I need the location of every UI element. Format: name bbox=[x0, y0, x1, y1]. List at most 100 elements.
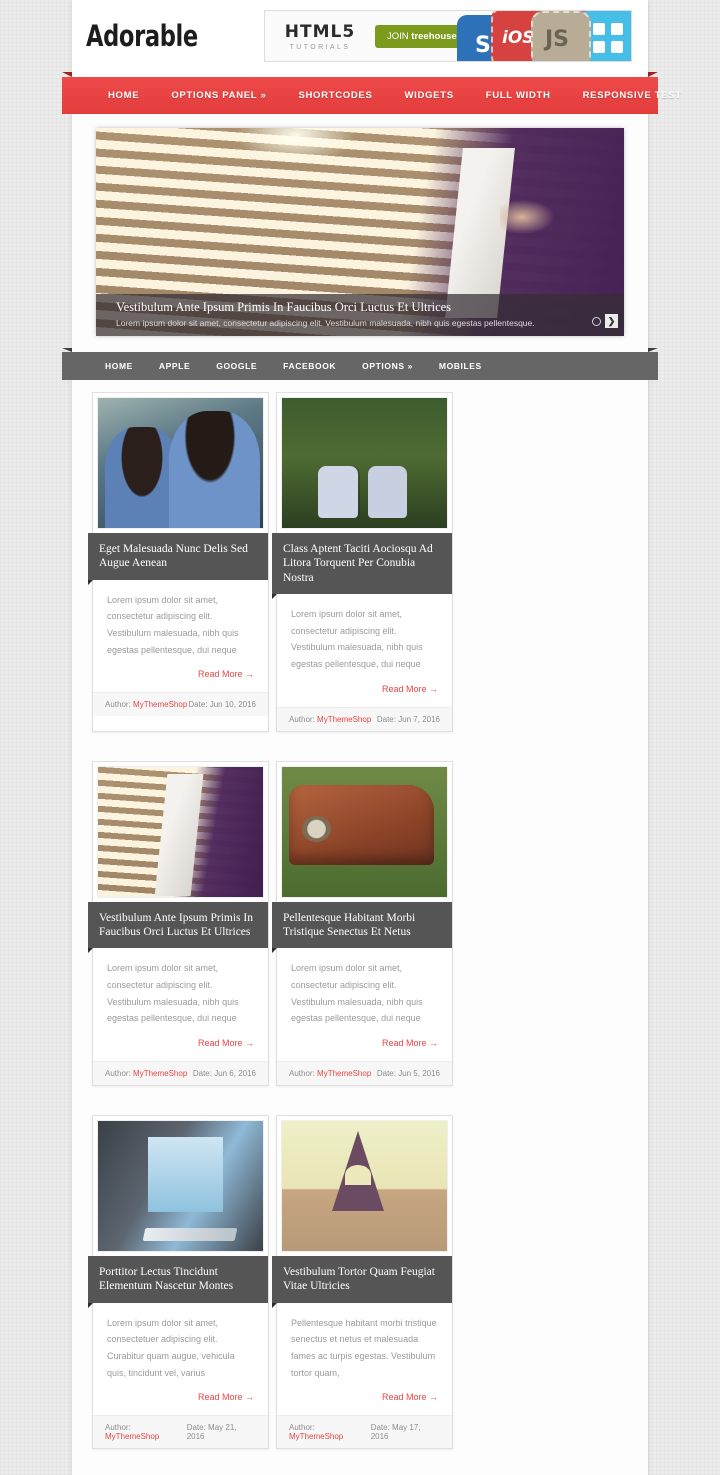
nav-item-full-width[interactable]: FULL WIDTH bbox=[470, 90, 567, 101]
post-date: Date: Jun 6, 2016 bbox=[192, 1069, 256, 1078]
subnav-item-mobiles[interactable]: MOBILES bbox=[426, 361, 495, 371]
read-more-link[interactable]: Read More → bbox=[382, 684, 438, 694]
post-title-fold bbox=[88, 1302, 93, 1308]
post-title[interactable]: Class Aptent Taciti Aociosqu Ad Litora T… bbox=[283, 543, 433, 584]
post-card[interactable]: Vestibulum Ante Ipsum Primis In Faucibus… bbox=[88, 760, 269, 1086]
slider-description: Lorem ipsum dolor sit amet, consectetur … bbox=[116, 318, 535, 328]
page-root: Adorable HTML5 TUTORIALS JOIN treehouse … bbox=[0, 0, 720, 1475]
ad-badge-js-label: JS bbox=[545, 27, 570, 52]
post-card[interactable]: Class Aptent Taciti Aociosqu Ad Litora T… bbox=[272, 392, 453, 732]
post-title-bar: Vestibulum Ante Ipsum Primis In Faucibus… bbox=[88, 901, 268, 954]
post-title-bar: Porttitor Lectus Tincidunt Elementum Nas… bbox=[88, 1256, 268, 1308]
post-readmore-wrap: Read More → bbox=[277, 679, 452, 707]
featured-slider[interactable]: Vestibulum Ante Ipsum Primis In Faucibus… bbox=[96, 128, 624, 336]
post-thumbnail-image bbox=[98, 766, 263, 897]
post-title-fold bbox=[272, 594, 277, 600]
slider-light-glow bbox=[236, 128, 356, 164]
ad-tutorials-text: TUTORIALS bbox=[289, 43, 351, 51]
nav-item-widgets[interactable]: WIDGETS bbox=[389, 90, 470, 101]
post-title[interactable]: Eget Malesuada Nunc Delis Sed Augue Aene… bbox=[99, 543, 248, 569]
slider-hand-shape bbox=[500, 200, 554, 234]
subnav-item-home[interactable]: HOME bbox=[92, 361, 146, 371]
post-title-fold bbox=[272, 948, 277, 954]
read-more-link[interactable]: Read More → bbox=[382, 1392, 438, 1402]
post-thumbnail[interactable] bbox=[281, 1120, 448, 1252]
post-author-name[interactable]: MyThemeShop bbox=[317, 715, 371, 724]
subnav-item-apple[interactable]: APPLE bbox=[146, 361, 203, 371]
post-author-name[interactable]: MyThemeShop bbox=[133, 700, 187, 709]
site-container: Adorable HTML5 TUTORIALS JOIN treehouse … bbox=[62, 0, 681, 1475]
post-author-name[interactable]: MyThemeShop bbox=[133, 1069, 187, 1078]
post-title-bar: Class Aptent Taciti Aociosqu Ad Litora T… bbox=[272, 533, 452, 600]
read-more-link[interactable]: Read More → bbox=[382, 1038, 438, 1048]
post-excerpt: Lorem ipsum dolor sit amet, consectetur … bbox=[291, 963, 423, 1024]
post-date: Date: May 17, 2016 bbox=[370, 1423, 421, 1442]
post-title-fold bbox=[88, 948, 93, 954]
post-title-bar: Pellentesque Habitant Morbi Tristique Se… bbox=[272, 901, 452, 954]
post-author-label: Author: bbox=[105, 700, 131, 710]
post-thumbnail[interactable] bbox=[97, 397, 264, 529]
post-author-name[interactable]: MyThemeShop bbox=[105, 1432, 159, 1441]
post-author-name[interactable]: MyThemeShop bbox=[289, 1432, 343, 1441]
post-title[interactable]: Vestibulum Ante Ipsum Primis In Faucibus… bbox=[99, 912, 253, 938]
slider-dot-indicator[interactable] bbox=[592, 316, 601, 326]
post-readmore-wrap: Read More → bbox=[93, 1033, 268, 1061]
post-author-wrap: Author: MyThemeShop bbox=[105, 1069, 187, 1078]
post-thumbnail[interactable] bbox=[97, 765, 264, 898]
nav-item-home[interactable]: HOME bbox=[92, 90, 155, 101]
post-title[interactable]: Porttitor Lectus Tincidunt Elementum Nas… bbox=[99, 1266, 233, 1292]
post-author-label: Author: bbox=[289, 1069, 315, 1078]
post-title-fold bbox=[88, 579, 93, 585]
nav-item-shortcodes[interactable]: SHORTCODES bbox=[282, 90, 388, 101]
post-card[interactable]: Pellentesque Habitant Morbi Tristique Se… bbox=[272, 760, 453, 1086]
posts-grid: Eget Malesuada Nunc Delis Sed Augue Aene… bbox=[72, 388, 648, 1475]
post-thumbnail[interactable] bbox=[281, 765, 448, 898]
post-thumbnail-image bbox=[282, 1121, 447, 1251]
post-author-label: Author: bbox=[289, 714, 315, 724]
main-navigation: HOME OPTIONS PANEL » SHORTCODES WIDGETS … bbox=[62, 72, 681, 114]
post-meta: Author: MyThemeShop Date: May 17, 2016 bbox=[277, 1415, 452, 1449]
subnav-item-google[interactable]: GOOGLE bbox=[203, 361, 270, 371]
post-author-wrap: Author: MyThemeShop bbox=[105, 1423, 187, 1441]
post-thumbnail[interactable] bbox=[281, 397, 448, 529]
ad-badge-ios-label: iOS bbox=[502, 28, 535, 48]
subnav-item-options[interactable]: OPTIONS » bbox=[349, 361, 426, 371]
post-date: Date: Jun 10, 2016 bbox=[188, 700, 256, 710]
ad-html5-logo: HTML5 TUTORIALS bbox=[265, 22, 375, 51]
post-meta: Author: MyThemeShop Date: Jun 6, 2016 bbox=[93, 1061, 268, 1085]
ad-badge-blue-label: S bbox=[475, 33, 491, 58]
ad-banner[interactable]: HTML5 TUTORIALS JOIN treehouse S iOS JS bbox=[264, 10, 632, 62]
ad-cta-join: JOIN bbox=[387, 30, 412, 42]
post-meta: Author: MyThemeShop Date: Jun 10, 2016 bbox=[93, 692, 268, 717]
read-more-link[interactable]: Read More → bbox=[198, 1038, 254, 1048]
post-author-name[interactable]: MyThemeShop bbox=[317, 1069, 371, 1078]
site-logo[interactable]: Adorable bbox=[86, 19, 219, 53]
ad-artwork: S iOS JS bbox=[455, 11, 631, 61]
post-excerpt: Lorem ipsum dolor sit amet, consectetur … bbox=[107, 963, 239, 1024]
subnav-item-facebook[interactable]: FACEBOOK bbox=[270, 361, 349, 371]
post-readmore-wrap: Read More → bbox=[277, 1033, 452, 1061]
read-more-link[interactable]: Read More → bbox=[198, 1392, 254, 1402]
read-more-link[interactable]: Read More → bbox=[198, 669, 254, 679]
post-card[interactable]: Vestibulum Tortor Quam Feugiat Vitae Ult… bbox=[272, 1115, 453, 1450]
post-meta: Author: MyThemeShop Date: Jun 7, 2016 bbox=[277, 706, 452, 731]
post-title[interactable]: Vestibulum Tortor Quam Feugiat Vitae Ult… bbox=[283, 1266, 435, 1292]
nav-item-responsive-test[interactable]: RESPONSIVE TEST bbox=[567, 90, 698, 101]
post-author-wrap: Author: MyThemeShop bbox=[289, 1069, 371, 1078]
post-author-wrap: Author: MyThemeShop bbox=[289, 715, 371, 724]
post-thumbnail-image bbox=[282, 398, 447, 528]
post-title-bar: Vestibulum Tortor Quam Feugiat Vitae Ult… bbox=[272, 1256, 452, 1308]
post-card[interactable]: Eget Malesuada Nunc Delis Sed Augue Aene… bbox=[88, 392, 269, 732]
post-thumbnail[interactable] bbox=[97, 1120, 264, 1252]
post-title-bar: Eget Malesuada Nunc Delis Sed Augue Aene… bbox=[88, 533, 268, 585]
post-author-wrap: Author: MyThemeShop bbox=[289, 1423, 371, 1441]
ad-html5-text: HTML5 bbox=[284, 21, 356, 42]
post-title[interactable]: Pellentesque Habitant Morbi Tristique Se… bbox=[283, 912, 415, 938]
nav-item-options-panel[interactable]: OPTIONS PANEL » bbox=[155, 90, 282, 101]
slider-title[interactable]: Vestibulum Ante Ipsum Primis In Faucibus… bbox=[116, 300, 604, 315]
post-meta: Author: MyThemeShop Date: Jun 5, 2016 bbox=[277, 1061, 452, 1085]
post-card[interactable]: Porttitor Lectus Tincidunt Elementum Nas… bbox=[88, 1115, 269, 1450]
post-excerpt: Lorem ipsum dolor sit amet, consectetur … bbox=[107, 594, 239, 655]
slider-next-arrow-icon[interactable]: ❯ bbox=[605, 314, 618, 328]
post-thumbnail-image bbox=[282, 766, 447, 897]
